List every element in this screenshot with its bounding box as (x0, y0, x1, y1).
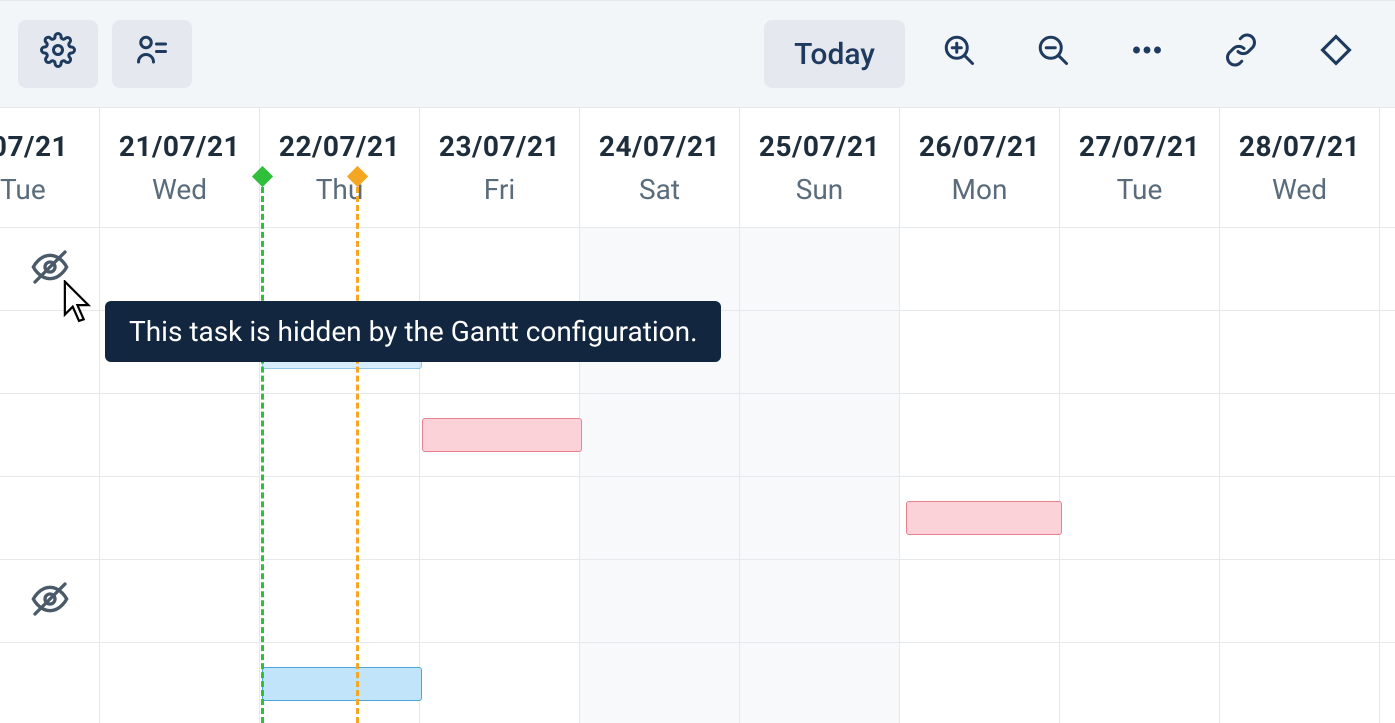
more-button[interactable] (1107, 20, 1187, 88)
link-icon (1223, 32, 1259, 76)
today-button[interactable]: Today (764, 20, 905, 88)
link-button[interactable] (1201, 20, 1281, 88)
zoom-out-icon (1035, 32, 1071, 76)
cursor-icon (62, 280, 96, 328)
date-column[interactable]: 22/07/21Thu (260, 108, 420, 227)
task-row[interactable] (0, 477, 1395, 560)
people-button[interactable] (112, 20, 192, 88)
date-label: 21/07/21 (119, 130, 240, 163)
date-column[interactable]: 27/07/21 Tue (1060, 108, 1220, 227)
toolbar-left (18, 20, 192, 88)
date-column[interactable]: 28/07/21 Wed (1220, 108, 1380, 227)
today-label: Today (794, 37, 875, 72)
task-row[interactable] (0, 228, 1395, 311)
date-label: 07/21 (0, 130, 68, 163)
task-bar[interactable] (422, 418, 582, 452)
hidden-task-tooltip: This task is hidden by the Gantt configu… (105, 301, 721, 362)
gear-icon (40, 32, 76, 76)
date-column[interactable]: 24/07/21 Sat (580, 108, 740, 227)
toolbar: Today (0, 0, 1395, 108)
weekday-label: Wed (152, 173, 207, 206)
date-label: 22/07/21 (279, 130, 400, 163)
date-column[interactable]: 21/07/21 Wed (100, 108, 260, 227)
toolbar-right: Today (764, 20, 1377, 88)
task-row[interactable] (0, 394, 1395, 477)
date-label: 25/07/21 (759, 130, 880, 163)
date-column[interactable]: 07/21 Tue (0, 108, 100, 227)
date-label: 26/07/21 (919, 130, 1040, 163)
task-row[interactable] (0, 643, 1395, 723)
weekday-label: Tue (1117, 173, 1163, 206)
hidden-eye-icon (30, 579, 70, 623)
weekday-label: Mon (952, 173, 1008, 206)
date-column[interactable]: 25/07/21 Sun (740, 108, 900, 227)
deadline-marker (356, 178, 359, 723)
date-column[interactable]: 23/07/21 Fri (420, 108, 580, 227)
date-header: 07/21 Tue 21/07/21 Wed 22/07/21Thu 23/07/21 Fr… (0, 108, 1395, 228)
weekday-label: Wed (1272, 173, 1327, 206)
date-column[interactable]: 26/07/21 Mon (900, 108, 1060, 227)
gantt-area[interactable]: This task is hidden by the Gantt configu… (0, 228, 1395, 723)
weekday-label: Tue (0, 173, 46, 206)
diamond-icon (1317, 31, 1355, 77)
today-marker (261, 178, 264, 723)
task-bar[interactable] (906, 501, 1062, 535)
zoom-in-icon (941, 32, 977, 76)
settings-button[interactable] (18, 20, 98, 88)
weekday-label: Sun (796, 173, 844, 206)
user-list-icon (134, 32, 170, 76)
date-label: 27/07/21 (1079, 130, 1200, 163)
dots-icon (1129, 32, 1165, 76)
milestone-button[interactable] (1295, 20, 1377, 88)
date-label: 24/07/21 (599, 130, 720, 163)
tooltip-text: This task is hidden by the Gantt configu… (129, 315, 697, 348)
zoom-in-button[interactable] (919, 20, 999, 88)
date-label: 23/07/21 (439, 130, 560, 163)
date-label: 28/07/21 (1239, 130, 1360, 163)
zoom-out-button[interactable] (1013, 20, 1093, 88)
weekday-label: Sat (639, 173, 680, 206)
task-row[interactable] (0, 560, 1395, 643)
task-bar[interactable] (262, 667, 422, 701)
weekday-label: Fri (484, 173, 515, 206)
